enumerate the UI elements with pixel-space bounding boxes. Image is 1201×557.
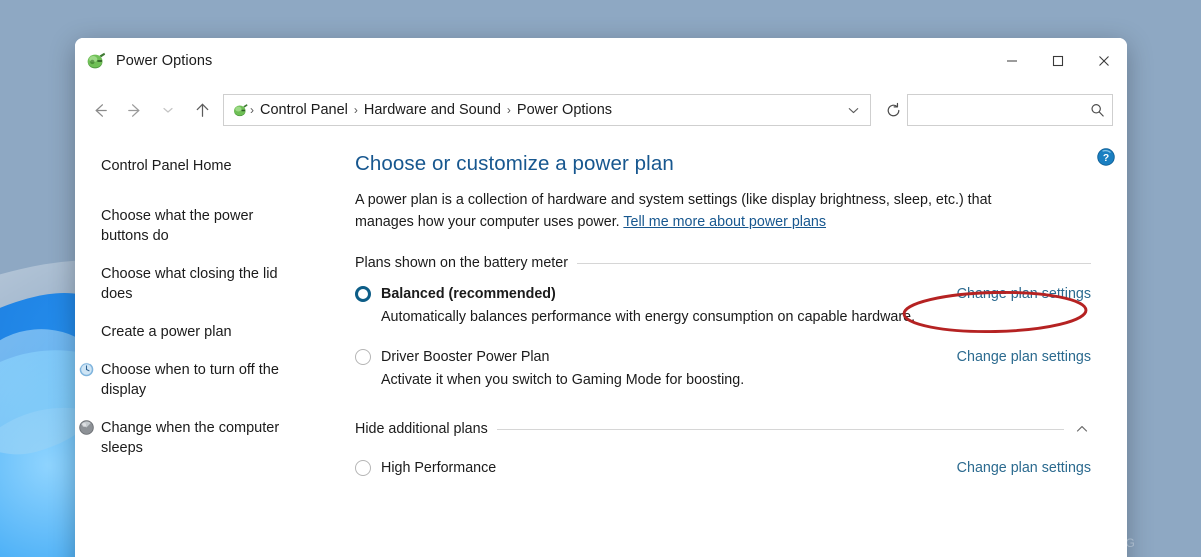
sidebar-item-control-panel-home[interactable]: Control Panel Home <box>75 154 337 178</box>
plan-name[interactable]: High Performance <box>381 460 496 476</box>
title-bar: Power Options <box>75 38 1127 84</box>
plan-description: Activate it when you switch to Gaming Mo… <box>381 372 745 389</box>
maximize-button[interactable] <box>1035 38 1081 84</box>
plan-header: High Performance Change plan settings <box>355 460 1091 477</box>
search-input[interactable] <box>917 101 1089 119</box>
forward-arrow-icon <box>127 103 139 117</box>
maximize-icon <box>1052 55 1064 67</box>
desktop: Power Options › Control Panel › Hardware… <box>0 0 1201 557</box>
sidebar-item-label: Create a power plan <box>101 324 232 340</box>
sidebar-item-turn-off-display[interactable]: Choose when to turn off the display <box>75 358 337 402</box>
back-button[interactable] <box>83 94 117 126</box>
window-title: Power Options <box>116 53 213 69</box>
sleep-sphere-icon <box>79 420 94 435</box>
chevron-up-glyph <box>1076 426 1088 433</box>
page-description: A power plan is a collection of hardware… <box>355 190 1035 233</box>
sidebar: Control Panel Home Choose what the power… <box>75 136 347 557</box>
close-icon <box>1099 56 1109 66</box>
sidebar-item-label: Change when the computer sleeps <box>101 420 280 456</box>
radio-balanced[interactable] <box>355 286 371 303</box>
up-button[interactable] <box>185 94 219 126</box>
breadcrumb-hardware-and-sound[interactable]: Hardware and Sound <box>359 100 506 120</box>
display-clock-icon <box>79 362 94 377</box>
sidebar-item-create-power-plan[interactable]: Create a power plan <box>75 320 337 344</box>
plan-row-high-performance: High Performance Change plan settings <box>355 460 1091 477</box>
help-button[interactable]: ? <box>1097 148 1115 166</box>
power-plug-icon <box>87 52 106 69</box>
help-icon: ? <box>1103 153 1109 164</box>
group-title: Plans shown on the battery meter <box>355 255 568 272</box>
sidebar-item-label: Choose what closing the lid does <box>101 266 278 302</box>
plan-name[interactable]: Balanced (recommended) <box>381 286 556 302</box>
group-title: Hide additional plans <box>355 421 488 438</box>
divider <box>496 428 1064 430</box>
power-plug-icon <box>234 103 248 116</box>
address-dropdown-button[interactable] <box>840 97 866 123</box>
up-arrow-icon <box>196 103 208 117</box>
plan-row-balanced: Balanced (recommended) Change plan setti… <box>355 286 1091 325</box>
plan-header: Driver Booster Power Plan Change plan se… <box>355 349 1091 366</box>
sidebar-item-closing-lid[interactable]: Choose what closing the lid does <box>75 262 337 306</box>
sidebar-item-label: Choose when to turn off the display <box>101 362 279 398</box>
divider <box>576 262 1091 264</box>
back-arrow-icon <box>95 103 107 117</box>
minimize-icon <box>1007 60 1017 62</box>
radio-high-performance[interactable] <box>355 460 371 477</box>
plan-description: Automatically balances performance with … <box>381 309 916 326</box>
address-bar[interactable]: › Control Panel › Hardware and Sound › P… <box>223 94 871 126</box>
sidebar-item-label: Control Panel Home <box>101 158 232 174</box>
chevron-down-icon <box>848 107 858 113</box>
chevron-down-icon <box>163 107 173 113</box>
page-title: Choose or customize a power plan <box>355 152 674 175</box>
refresh-icon <box>887 102 899 116</box>
sidebar-item-computer-sleeps[interactable]: Change when the computer sleeps <box>75 416 337 460</box>
window-body: Control Panel Home Choose what the power… <box>75 136 1127 557</box>
plan-row-driver-booster: Driver Booster Power Plan Change plan se… <box>355 349 1091 388</box>
refresh-button[interactable] <box>879 96 907 124</box>
close-button[interactable] <box>1081 38 1127 84</box>
search-box[interactable] <box>907 94 1113 126</box>
minimize-button[interactable] <box>989 38 1035 84</box>
tell-me-more-link[interactable]: Tell me more about power plans <box>623 214 826 230</box>
change-plan-settings-link-high-performance[interactable]: Change plan settings <box>957 460 1091 476</box>
window-controls <box>989 38 1127 84</box>
forward-button[interactable] <box>117 94 151 126</box>
chevron-up-icon[interactable] <box>1073 420 1091 438</box>
change-plan-settings-link-balanced[interactable]: Change plan settings <box>957 286 1091 302</box>
main-content: Choose or customize a power plan A power… <box>347 136 1127 557</box>
sidebar-item-label: Choose what the power buttons do <box>101 208 254 244</box>
radio-driver-booster[interactable] <box>355 349 371 366</box>
navigation-toolbar: › Control Panel › Hardware and Sound › P… <box>75 84 1127 136</box>
plan-header: Balanced (recommended) Change plan setti… <box>355 286 1091 303</box>
group-header-battery-plans: Plans shown on the battery meter <box>355 255 1091 271</box>
breadcrumb-control-panel[interactable]: Control Panel <box>255 100 353 120</box>
search-icon[interactable] <box>1089 102 1106 119</box>
sidebar-item-power-buttons[interactable]: Choose what the power buttons do <box>75 204 337 248</box>
breadcrumb-power-options[interactable]: Power Options <box>512 100 617 120</box>
group-header-additional-plans[interactable]: Hide additional plans <box>355 420 1091 438</box>
plan-name[interactable]: Driver Booster Power Plan <box>381 349 549 365</box>
recent-locations-button[interactable] <box>151 94 185 126</box>
power-options-window: Power Options › Control Panel › Hardware… <box>75 38 1127 557</box>
change-plan-settings-link-driver-booster[interactable]: Change plan settings <box>957 349 1091 365</box>
